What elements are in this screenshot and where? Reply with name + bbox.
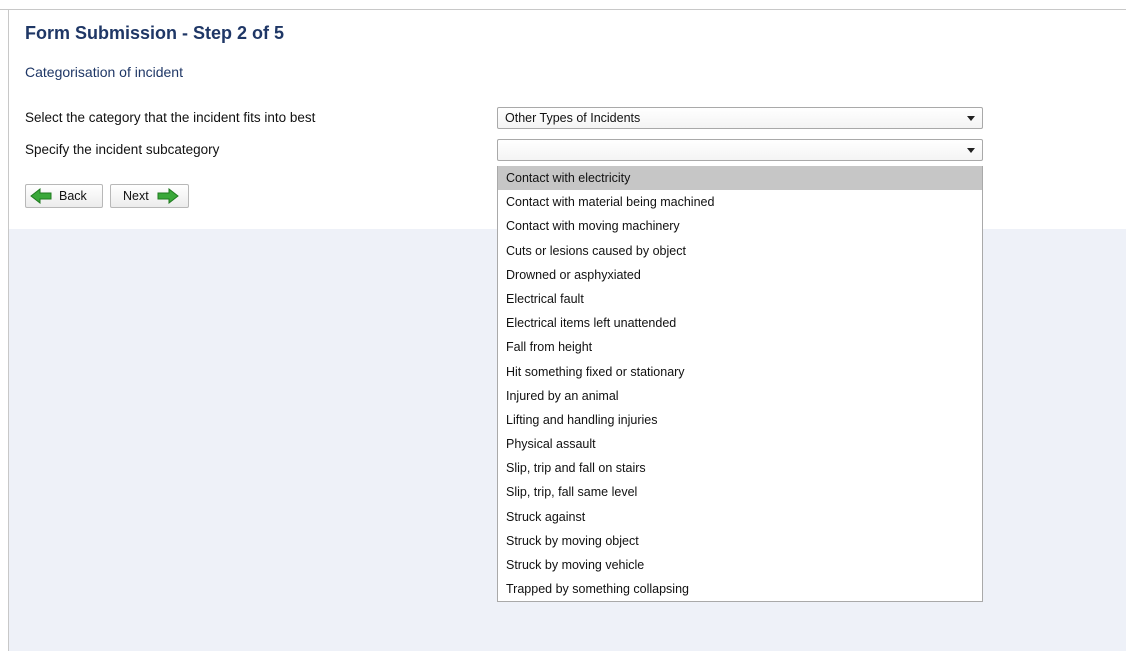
dropdown-option[interactable]: Struck against: [498, 505, 982, 529]
category-select[interactable]: Other Types of Incidents: [497, 107, 983, 129]
dropdown-option[interactable]: Struck by moving object: [498, 529, 982, 553]
dropdown-option[interactable]: Electrical fault: [498, 287, 982, 311]
back-button[interactable]: Back: [25, 184, 103, 208]
form-page: Form Submission - Step 2 of 5 Categorisa…: [0, 0, 1126, 651]
dropdown-option[interactable]: Drowned or asphyxiated: [498, 263, 982, 287]
section-title: Categorisation of incident: [25, 64, 183, 80]
next-button[interactable]: Next: [110, 184, 189, 208]
next-button-label: Next: [123, 189, 149, 203]
arrow-right-icon: [157, 188, 179, 204]
subcategory-select[interactable]: [497, 139, 983, 161]
dropdown-option[interactable]: Trapped by something collapsing: [498, 577, 982, 601]
subcategory-label: Specify the incident subcategory: [25, 142, 220, 157]
dropdown-option[interactable]: Contact with electricity: [498, 166, 982, 191]
frame-border-top: [0, 9, 1126, 10]
dropdown-option[interactable]: Physical assault: [498, 432, 982, 456]
dropdown-option[interactable]: Slip, trip and fall on stairs: [498, 456, 982, 480]
dropdown-option[interactable]: Contact with material being machined: [498, 190, 982, 214]
back-button-label: Back: [59, 189, 87, 203]
dropdown-option[interactable]: Electrical items left unattended: [498, 311, 982, 335]
category-select-value: Other Types of Incidents: [505, 111, 641, 125]
arrow-left-icon: [30, 188, 52, 204]
category-label: Select the category that the incident fi…: [25, 110, 316, 125]
dropdown-option[interactable]: Injured by an animal: [498, 384, 982, 408]
dropdown-option[interactable]: Fall from height: [498, 335, 982, 359]
subcategory-dropdown-list: Contact with electricity Contact with mat…: [497, 166, 983, 603]
dropdown-option[interactable]: Hit something fixed or stationary: [498, 360, 982, 384]
dropdown-option[interactable]: Slip, trip, fall same level: [498, 480, 982, 504]
dropdown-option[interactable]: Cuts or lesions caused by object: [498, 239, 982, 263]
dropdown-option[interactable]: Lifting and handling injuries: [498, 408, 982, 432]
chevron-down-icon: [967, 116, 975, 121]
dropdown-option[interactable]: Contact with moving machinery: [498, 214, 982, 238]
dropdown-option[interactable]: Struck by moving vehicle: [498, 553, 982, 577]
chevron-down-icon: [967, 148, 975, 153]
form-title: Form Submission - Step 2 of 5: [25, 23, 285, 43]
